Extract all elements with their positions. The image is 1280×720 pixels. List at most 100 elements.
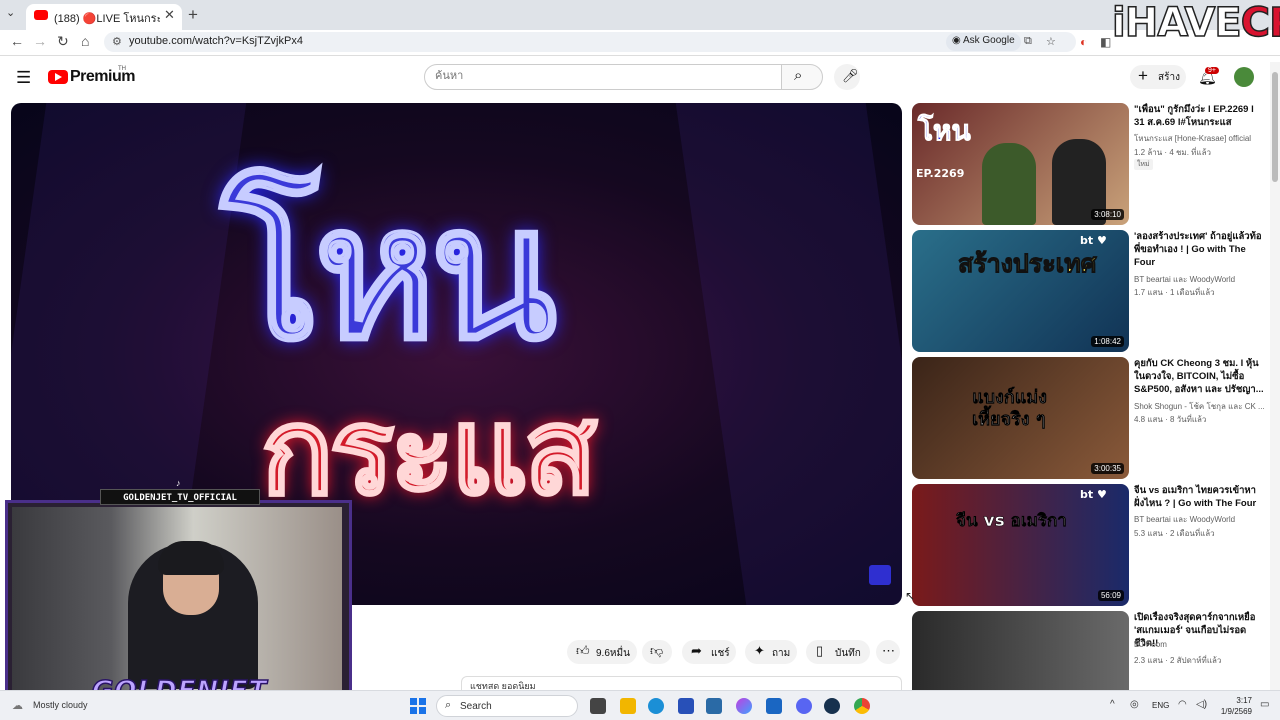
file-explorer-icon[interactable] (620, 698, 636, 714)
scrollbar-thumb[interactable] (1272, 72, 1278, 182)
youtube-favicon-icon (34, 10, 48, 20)
channel-watermark-icon (869, 565, 891, 585)
recommended-video[interactable]: แบงก์แม่ง เหี้ยจริง ๆ 3:00:35 คุยกับ CK … (912, 357, 1272, 479)
tab-close-icon[interactable]: ✕ (164, 7, 175, 23)
app-icon[interactable] (678, 698, 694, 714)
clock[interactable]: 3:17 1/9/2569 (1212, 695, 1252, 717)
channel-name[interactable]: BT beartai และ WoodyWorld (1134, 273, 1235, 286)
wifi-icon[interactable]: ◠ (1178, 699, 1187, 710)
steam-icon[interactable] (824, 698, 840, 714)
site-info-icon[interactable]: ⚙ (112, 35, 122, 48)
volume-icon[interactable]: ◁) (1196, 699, 1207, 710)
tab-search-icon[interactable]: ⌄ (6, 6, 15, 19)
task-view-icon[interactable] (590, 698, 606, 714)
new-badge: ใหม่ (1134, 159, 1153, 170)
new-tab-button[interactable]: + (188, 5, 198, 25)
tab-title: (188) 🔴LIVE โหนกระแส "เพื่อนกู" (54, 13, 160, 25)
show-title-graphic-bottom: กระแส (259, 383, 598, 522)
share-button[interactable]: ➦ แชร์ (682, 640, 736, 664)
taskbar-search-label: Search (460, 701, 492, 712)
youtube-play-logo-icon (48, 70, 68, 84)
video-duration: 3:00:35 (1091, 463, 1124, 474)
search-icon: ⌕ (445, 699, 452, 711)
logo-country-code: TH (118, 66, 126, 72)
video-thumbnail[interactable]: แบงก์แม่ง เหี้ยจริง ๆ 3:00:35 (912, 357, 1129, 479)
share-label: แชร์ (711, 648, 730, 659)
logo-part-2: CPU (1240, 0, 1280, 47)
video-thumbnail[interactable]: จีน vs อเมริกา bt ♥ 56:09 (912, 484, 1129, 606)
ask-google-button[interactable]: ◉ Ask Google (946, 33, 1021, 51)
sparkle-icon: ✦ (754, 643, 765, 658)
edge-icon[interactable] (648, 698, 664, 714)
ask-google-label: Ask Google (962, 35, 1015, 46)
forward-arrow-icon[interactable]: → (33, 33, 47, 49)
ask-button[interactable]: ✦ ถาม (745, 640, 797, 664)
channel-name[interactable]: BT beartai และ WoodyWorld (1134, 513, 1235, 526)
copilot-icon[interactable] (736, 698, 752, 714)
home-icon[interactable]: ⌂ (81, 33, 89, 49)
recommended-video[interactable]: เปิดเรื่องจริงสุดคาร์กจากเหยื่อ 'สแกมเมอ… (912, 611, 1272, 690)
video-title[interactable]: "เพื่อน" กูรักมึงว่ะ l EP.2269 l 31 ส.ค.… (1134, 103, 1266, 129)
search-input[interactable] (435, 70, 755, 82)
more-horizontal-icon: ⋯ (882, 643, 895, 658)
ask-label: ถาม (772, 648, 791, 659)
search-box[interactable] (424, 64, 782, 90)
video-thumbnail[interactable] (912, 611, 1129, 690)
taskbar-search[interactable]: ⌕ Search (436, 695, 578, 717)
live-chat-header[interactable]: แชทสด ยอดนิยม (461, 676, 902, 691)
thumbnail-caption: จีน vs อเมริกา (956, 511, 1067, 532)
dislike-button[interactable]: 👎︎ (642, 640, 672, 664)
channel-name[interactable]: DJ Poom (1134, 640, 1167, 649)
hamburger-menu-icon[interactable]: ☰ (16, 68, 31, 88)
tiktok-handle: GOLDENJET_TV_OFFICIAL (100, 489, 260, 505)
cast-icon[interactable]: ⧉ (1024, 35, 1032, 48)
page-scrollbar[interactable] (1270, 62, 1280, 690)
url-text[interactable]: youtube.com/watch?v=KsjTZvjkPx4 (129, 35, 303, 47)
extension-icon[interactable]: ◧ (1100, 35, 1111, 49)
like-button[interactable]: 👍︎ 9.6หมื่น (567, 640, 637, 664)
channel-name[interactable]: Shok Shogun - โช้ค โชกุล และ CK ... (1134, 400, 1265, 413)
discord-icon[interactable] (796, 698, 812, 714)
windows-start-icon[interactable] (410, 698, 426, 714)
show-title-graphic-top: โหน (220, 165, 559, 381)
bookmark-star-icon[interactable]: ☆ (1046, 35, 1056, 48)
browser-tab-active[interactable]: (188) 🔴LIVE โหนกระแส "เพื่อนกู" ✕ (26, 4, 182, 30)
notification-icon[interactable]: ▭ (1260, 699, 1269, 710)
recommended-video[interactable]: สร้างประเทศ bt ♥ 1:08:42 'ลองสร้างประเทศ… (912, 230, 1272, 352)
input-language[interactable]: ENG (1152, 701, 1169, 710)
store-icon[interactable] (706, 698, 722, 714)
video-title[interactable]: จีน vs อเมริกา ไทยควรเข้าหาฝั่งไหน ? | G… (1134, 484, 1266, 510)
reload-icon[interactable]: ↻ (57, 33, 69, 50)
extension-icon[interactable]: ◐ (1080, 35, 1087, 49)
windows-taskbar: ☁ Mostly cloudy ⌕ Search ^ ◎ ENG ◠ ◁) 3:… (0, 690, 1280, 720)
bookmark-icon: ▯ (816, 643, 824, 658)
more-actions-button[interactable]: ⋯ (876, 640, 900, 664)
streamer-webcam (5, 500, 352, 698)
tray-app-icon[interactable]: ◎ (1130, 699, 1139, 710)
video-duration: 56:09 (1097, 590, 1124, 601)
video-thumbnail[interactable]: โหน EP.2269 3:08:10 (912, 103, 1129, 225)
chrome-icon[interactable] (854, 698, 870, 714)
mouse-cursor-icon: ↖ (905, 589, 916, 603)
address-bar[interactable]: ⚙ youtube.com/watch?v=KsjTZvjkPx4 ◉ Ask … (104, 32, 1076, 52)
video-title[interactable]: คุยกับ CK Cheong 3 ชม. l หุ้นในดวงใจ, BI… (1134, 357, 1266, 396)
user-avatar[interactable] (1234, 67, 1254, 87)
plus-icon: + (1138, 66, 1148, 85)
tray-overflow-icon[interactable]: ^ (1110, 699, 1115, 710)
create-button[interactable]: + สร้าง (1130, 65, 1186, 89)
video-duration: 3:08:10 (1091, 209, 1124, 220)
recommended-video[interactable]: โหน EP.2269 3:08:10 "เพื่อน" กูรักมึงว่ะ… (912, 103, 1272, 225)
video-title[interactable]: 'ลองสร้างประเทศ' ถ้าอยู่แล้วท้อ พี่ขอทำเ… (1134, 230, 1266, 269)
search-button[interactable]: ⌕ (781, 64, 823, 90)
voice-search-button[interactable]: 🎤︎ (834, 64, 860, 90)
streamer-overlay-logo: iHAVECPU (1111, 0, 1280, 47)
video-thumbnail[interactable]: สร้างประเทศ bt ♥ 1:08:42 (912, 230, 1129, 352)
back-arrow-icon[interactable]: ← (10, 33, 24, 49)
save-button[interactable]: ▯ บันทึก (806, 640, 870, 664)
recommended-video[interactable]: จีน vs อเมริกา bt ♥ 56:09 จีน vs อเมริกา… (912, 484, 1272, 606)
browser-tab-strip: ⌄ (188) 🔴LIVE โหนกระแส "เพื่อนกู" ✕ + (0, 0, 1280, 30)
mail-icon[interactable] (766, 698, 782, 714)
weather-status[interactable]: Mostly cloudy (33, 700, 88, 710)
save-label: บันทึก (835, 648, 861, 659)
channel-name[interactable]: โหนกระแส [Hone-Krasae] official (1134, 132, 1251, 145)
